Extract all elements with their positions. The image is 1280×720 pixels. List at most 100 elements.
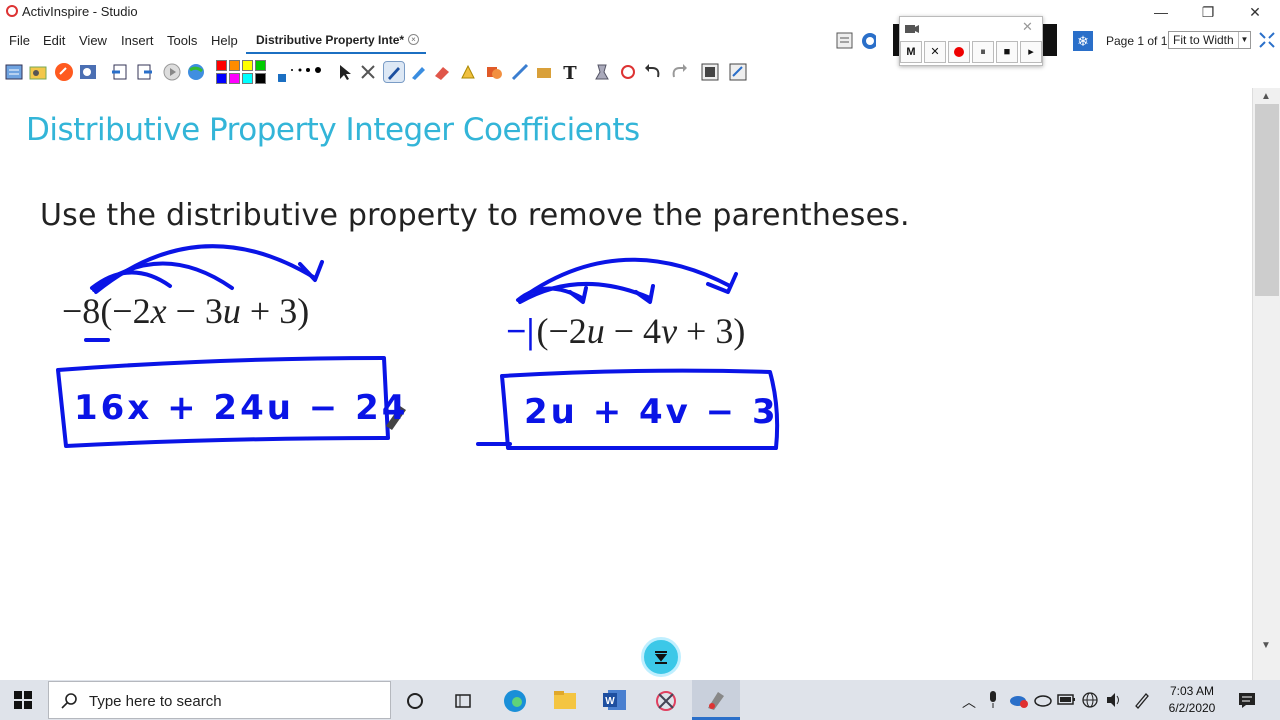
scrollbar-thumb[interactable] (1255, 104, 1279, 296)
ink-annotations (56, 244, 780, 451)
answer-2: 2u + 4v − 3 (524, 392, 779, 432)
stop-sign-icon[interactable] (54, 62, 74, 82)
color-swatch-blue[interactable] (216, 73, 227, 84)
taskbar-clock[interactable]: 7:03 AM 6/2/2020 (1162, 683, 1222, 717)
taskbar: Type here to search W ︿ 7:03 AM 6/2/2020 (0, 680, 1280, 720)
record-icon (954, 47, 964, 57)
zoom-value: Fit to Width (1173, 33, 1234, 47)
activinspire-taskbar-button[interactable] (692, 680, 740, 720)
play-icon[interactable] (162, 62, 182, 82)
clock-time: 7:03 AM (1169, 684, 1215, 698)
vertical-scrollbar[interactable]: ▲ ▼ (1252, 88, 1280, 680)
recorder-close-icon[interactable]: ✕ (1022, 19, 1033, 35)
color-swatch-black[interactable] (255, 73, 266, 84)
undo-icon[interactable] (644, 62, 664, 82)
snowflake-icon[interactable]: ❄ (1073, 31, 1093, 51)
onedrive-icon[interactable] (1033, 691, 1053, 709)
scroll-up-icon[interactable]: ▲ (1261, 91, 1271, 102)
clear-tool-icon[interactable] (592, 62, 612, 82)
svg-text:T: T (563, 63, 577, 82)
volume-icon[interactable] (1105, 691, 1123, 709)
clock-date: 6/2/2020 (1168, 701, 1216, 715)
onedrive-sync-icon[interactable] (1008, 691, 1030, 709)
search-icon (61, 693, 77, 709)
menu-help[interactable]: Help (211, 33, 238, 48)
customize-toolbar-icon[interactable] (728, 62, 748, 82)
eraser-icon[interactable] (432, 62, 452, 82)
search-placeholder: Type here to search (89, 693, 222, 710)
taskbar-search[interactable]: Type here to search (48, 681, 391, 719)
color-swatch-magenta[interactable] (229, 73, 240, 84)
recorder-record-button[interactable] (948, 41, 970, 63)
main-menu-icon[interactable] (4, 62, 24, 82)
word-icon[interactable]: W (602, 688, 628, 712)
color-swatch-cyan[interactable] (242, 73, 253, 84)
toolbox-icon[interactable] (700, 62, 720, 82)
menu-edit[interactable]: Edit (43, 33, 65, 48)
recorder-mute-button[interactable]: M (900, 41, 922, 63)
menu-file[interactable]: File (9, 33, 30, 48)
cortana-icon[interactable] (406, 692, 424, 710)
recorder-cancel-button[interactable]: ✕ (924, 41, 946, 63)
redo-icon[interactable] (668, 62, 688, 82)
battery-icon[interactable] (1057, 693, 1077, 707)
window-title: ActivInspire - Studio (22, 4, 138, 19)
highlighter-icon[interactable] (408, 62, 428, 82)
restore-button[interactable]: ❐ (1185, 0, 1231, 24)
network-globe-icon[interactable] (1081, 691, 1099, 709)
menu-tools[interactable]: Tools (167, 33, 197, 48)
file-explorer-icon[interactable] (553, 689, 577, 711)
zoom-tool-icon[interactable] (78, 62, 98, 82)
tray-overflow-icon[interactable]: ︿ (962, 692, 976, 712)
globe-icon[interactable] (186, 62, 206, 82)
task-view-icon[interactable] (454, 692, 472, 710)
windows-start-icon[interactable] (14, 691, 32, 709)
color-swatch-yellow[interactable] (242, 60, 253, 71)
marquee-tool-icon[interactable] (358, 62, 378, 82)
color-swatch-red[interactable] (216, 60, 227, 71)
chevron-down-icon: ▼ (1238, 32, 1250, 48)
recorder-next-button[interactable]: ▸ (1020, 41, 1042, 63)
answer-1: 16x + 24u − 24 (74, 388, 409, 428)
shape-tool-icon[interactable] (484, 62, 504, 82)
scroll-down-icon[interactable]: ▼ (1261, 640, 1271, 651)
tab-close-icon[interactable]: × (408, 34, 419, 45)
next-page-icon[interactable] (134, 62, 154, 82)
select-arrow-icon[interactable] (334, 62, 354, 82)
recorder-edge-right (1043, 24, 1057, 56)
page-tools-icons[interactable] (836, 31, 876, 51)
previous-page-icon[interactable] (110, 62, 130, 82)
browser-icon[interactable] (28, 62, 48, 82)
recorder-pause-button[interactable]: ⏸ (972, 41, 994, 63)
recorder-stop-button[interactable]: ■ (996, 41, 1018, 63)
minimize-button[interactable]: — (1138, 0, 1184, 24)
camera-icon (905, 25, 919, 33)
document-tab-label: Distributive Property Inte* (256, 33, 405, 47)
text-tool-icon[interactable]: T (560, 62, 580, 82)
app-icon (6, 5, 18, 17)
reset-page-icon[interactable] (618, 62, 638, 82)
notifications-icon[interactable] (1238, 691, 1256, 709)
snipping-tool-icon[interactable] (653, 688, 679, 714)
edge-browser-icon[interactable] (502, 688, 528, 714)
collapse-toolbox-icon[interactable] (641, 637, 681, 677)
pen-width-selector[interactable] (276, 62, 326, 82)
svg-text:❄: ❄ (1077, 33, 1089, 49)
flipchart-canvas[interactable]: Distributive Property Integer Coefficien… (0, 88, 1252, 680)
color-swatch-green[interactable] (255, 60, 266, 71)
zoom-select[interactable]: Fit to Width ▼ (1168, 31, 1251, 49)
menu-insert[interactable]: Insert (121, 33, 154, 48)
menu-view[interactable]: View (79, 33, 107, 48)
title-bar: ActivInspire - Studio — ❐ ✕ (0, 0, 1280, 24)
pen-workspace-icon[interactable] (1133, 691, 1151, 709)
fullscreen-icon[interactable] (1258, 31, 1276, 49)
color-swatch-orange[interactable] (229, 60, 240, 71)
close-button[interactable]: ✕ (1232, 0, 1278, 24)
connector-tool-icon[interactable] (510, 62, 530, 82)
microphone-icon[interactable] (988, 691, 998, 709)
magic-ink-icon[interactable] (458, 62, 478, 82)
recorder-panel: ✕ M ✕ ⏸ ■ ▸ (899, 16, 1043, 66)
fill-tool-icon[interactable] (534, 62, 554, 82)
pen-tool-icon[interactable] (383, 61, 405, 83)
document-tab[interactable]: Distributive Property Inte* × (246, 26, 426, 54)
